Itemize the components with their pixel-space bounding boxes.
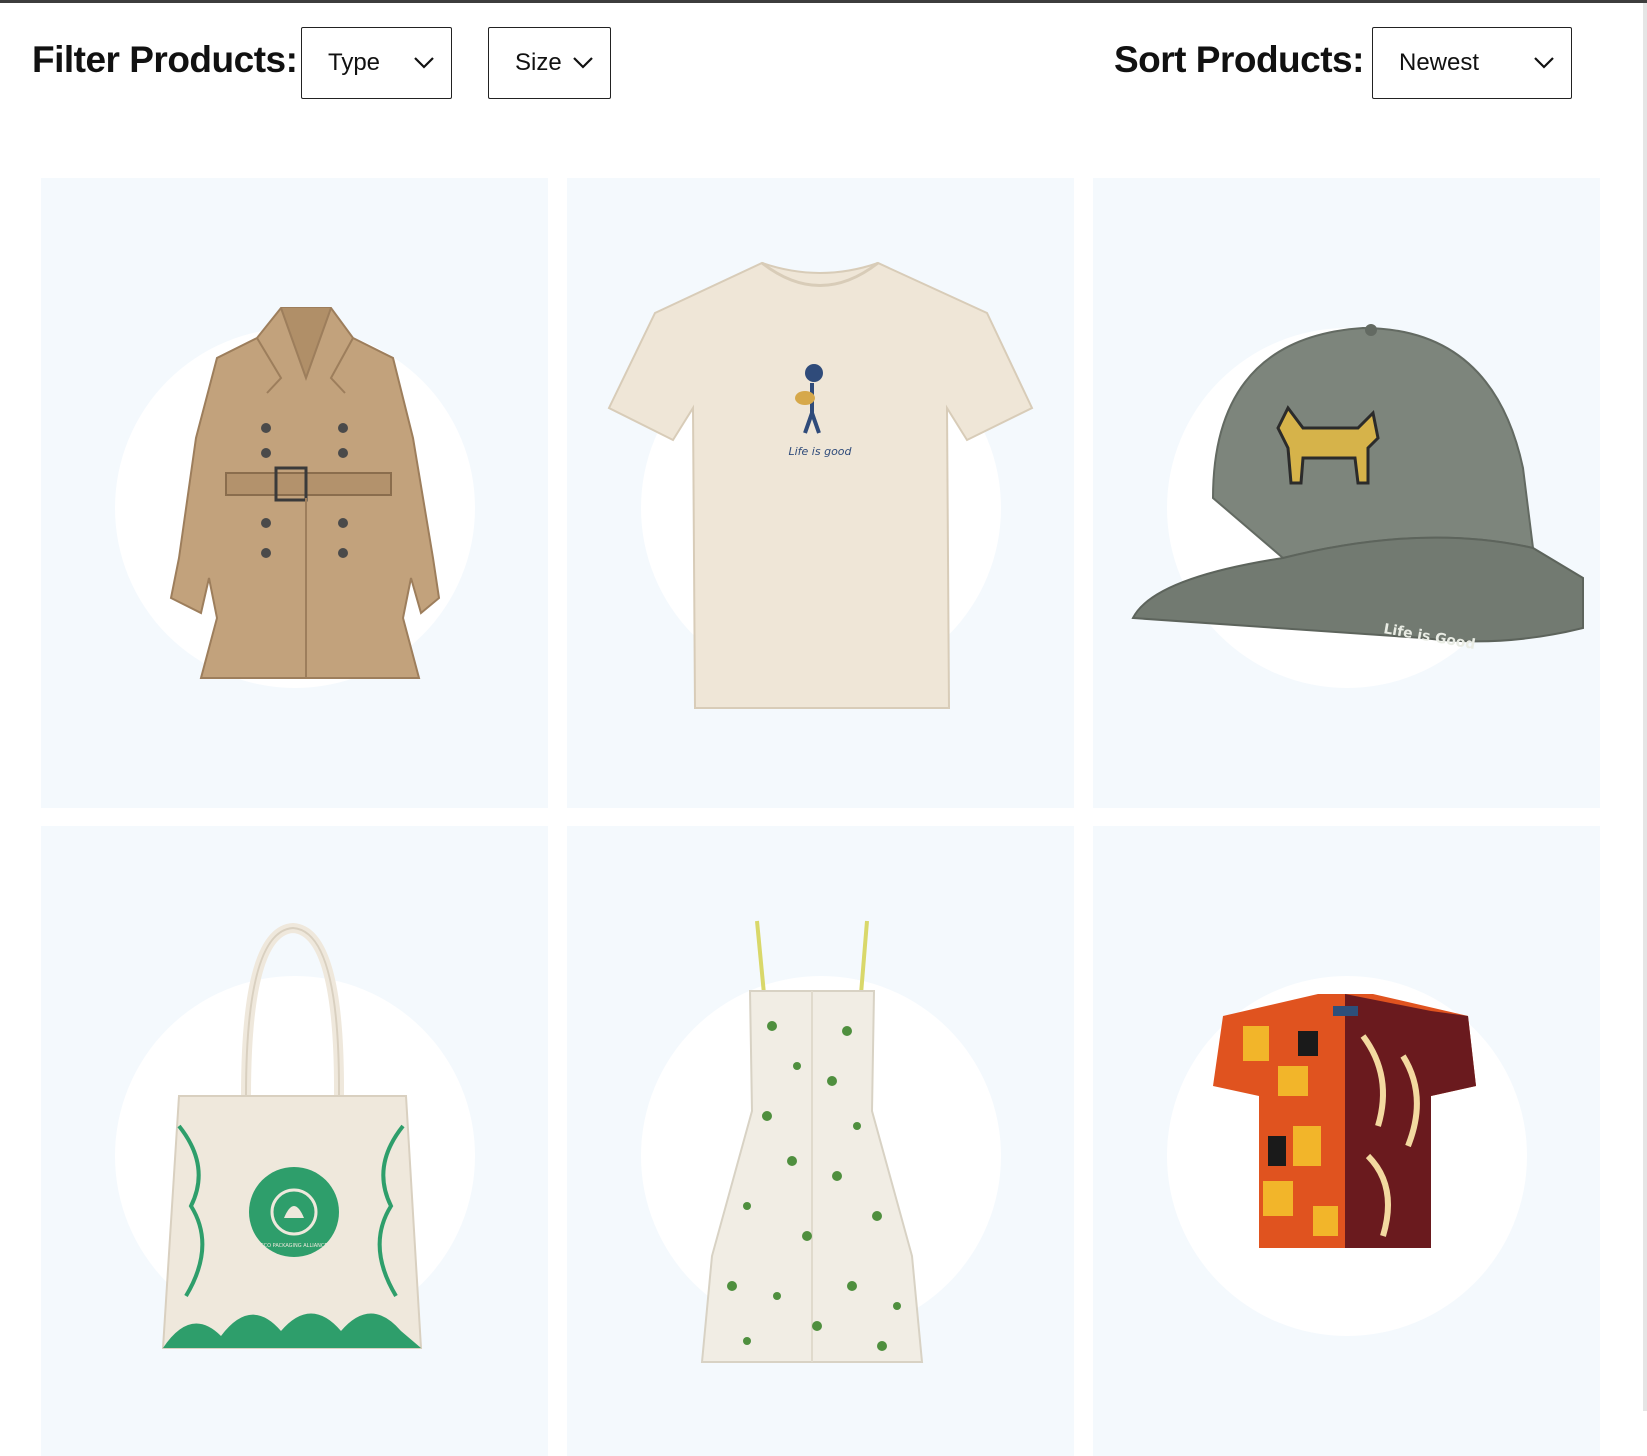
type-filter-select[interactable]: Type (301, 27, 452, 99)
dress-image (700, 920, 924, 1363)
chevron-down-icon (1534, 57, 1554, 69)
product-card-trench-coat[interactable] (41, 178, 548, 808)
product-card-cap[interactable]: Life is Good (1093, 178, 1600, 808)
scrollbar-track[interactable] (1643, 3, 1647, 1411)
sort-products-label: Sort Products: (1114, 39, 1364, 80)
filter-sort-bar: Filter Products: Type Size Sort Products… (0, 3, 1647, 123)
tote-seal-text: ECO PACKAGING ALLIANCE (260, 1243, 327, 1249)
filter-products-label: Filter Products: (32, 39, 298, 80)
product-card-tee[interactable]: Life is good (567, 178, 1074, 808)
product-card-dress[interactable] (567, 826, 1074, 1456)
size-filter-value: Size (515, 49, 562, 76)
size-filter-select[interactable]: Size (488, 27, 611, 99)
type-filter-value: Type (328, 49, 381, 76)
tee-print-text: Life is good (788, 445, 852, 458)
shirt-image (1213, 994, 1476, 1248)
chevron-down-icon (573, 57, 593, 69)
sort-select-value: Newest (1399, 49, 1480, 76)
product-card-tote[interactable]: ECO PACKAGING ALLIANCE (41, 826, 548, 1456)
chevron-down-icon (414, 57, 434, 69)
cap-image: Life is Good (1131, 324, 1584, 653)
tote-bag-image: ECO PACKAGING ALLIANCE (161, 922, 423, 1349)
sort-select[interactable]: Newest (1372, 27, 1572, 99)
trench-coat-image (169, 307, 441, 679)
product-card-shirt[interactable] (1093, 826, 1600, 1456)
tee-image: Life is good (607, 261, 1034, 709)
